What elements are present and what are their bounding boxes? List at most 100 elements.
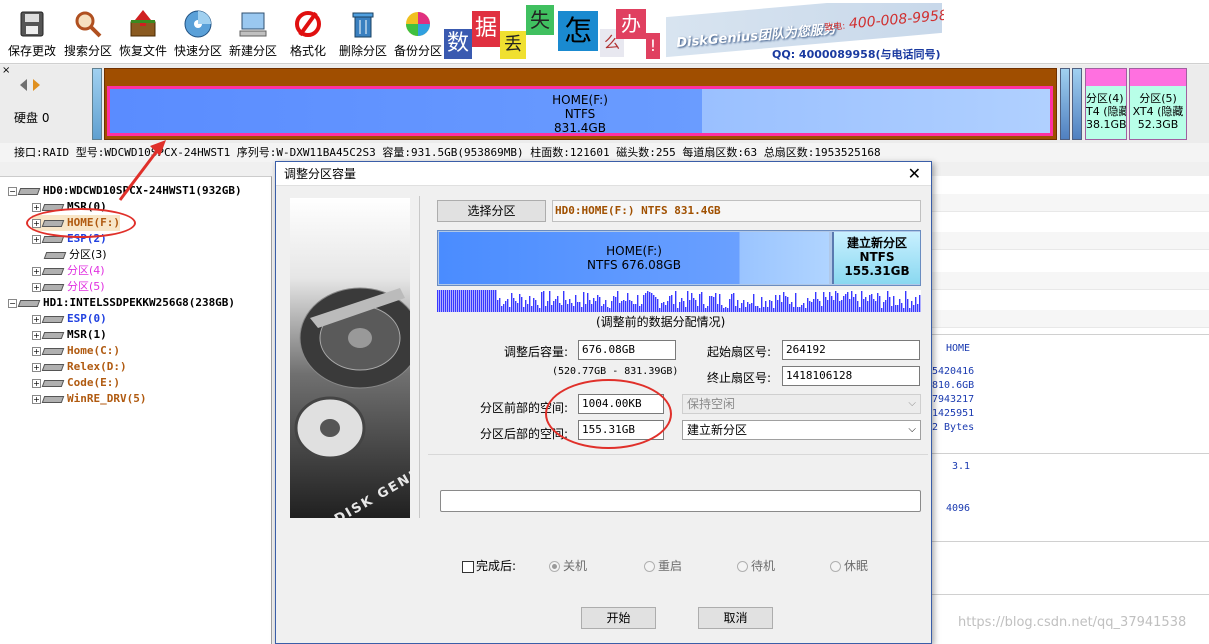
end-sector-label: 终止扇区号: bbox=[707, 371, 772, 385]
expand-icon[interactable]: + bbox=[32, 378, 41, 388]
search-partition-button[interactable]: 搜索分区 bbox=[60, 4, 116, 60]
distribution-bar bbox=[617, 291, 619, 312]
radio-hibernate[interactable]: 休眠 bbox=[830, 557, 868, 574]
tree-node-hd0[interactable]: − HD0:WDCWD10SPCX-24HWST1(932GB) bbox=[8, 183, 242, 199]
disk-icon bbox=[17, 187, 41, 195]
distribution-bar bbox=[493, 290, 495, 312]
msr-partition-block[interactable] bbox=[92, 68, 102, 140]
partition-4-block[interactable]: 分区(4) T4 (隐藏 38.1GB bbox=[1085, 68, 1127, 140]
ad-tile: 怎 bbox=[558, 11, 598, 51]
collapse-icon[interactable]: − bbox=[8, 186, 17, 196]
expand-icon[interactable]: + bbox=[32, 234, 41, 244]
distribution-bar bbox=[507, 299, 509, 312]
start-sector-input[interactable]: 264192 bbox=[782, 340, 920, 360]
expand-icon[interactable]: + bbox=[32, 330, 41, 340]
quick-partition-button[interactable]: 快速分区 bbox=[170, 4, 226, 60]
close-icon[interactable]: ✕ bbox=[908, 162, 921, 186]
ad-phone-label: 致电: bbox=[823, 21, 846, 34]
distribution-bar bbox=[869, 295, 871, 312]
tree-node-code-e[interactable]: + Code(E:) bbox=[32, 375, 120, 391]
next-disk-icon[interactable] bbox=[33, 79, 40, 91]
format-button[interactable]: 格式化 bbox=[280, 4, 336, 60]
radio-label: 重启 bbox=[658, 559, 683, 573]
distribution-bar bbox=[669, 296, 671, 312]
advertisement-banner[interactable]: 数 据 丢 失 怎 么 办 ! DiskGenius团队为您服务 致电: 400… bbox=[444, 3, 944, 61]
distribution-bar bbox=[521, 297, 523, 312]
preview-right-partition[interactable]: 建立新分区 NTFS 155.31GB bbox=[832, 232, 920, 284]
chevron-down-icon: ⌵ bbox=[908, 398, 916, 409]
distribution-bar bbox=[597, 295, 599, 312]
radio-standby[interactable]: 待机 bbox=[737, 557, 775, 574]
tree-node-part5[interactable]: + 分区(5) bbox=[32, 279, 105, 295]
distribution-bar bbox=[593, 298, 595, 312]
preview-left-name: HOME(F:) bbox=[606, 244, 662, 258]
partition-3b-block[interactable] bbox=[1072, 68, 1082, 140]
delete-partition-button[interactable]: 删除分区 bbox=[335, 4, 391, 60]
checkbox-box[interactable] bbox=[462, 560, 474, 573]
tree-node-msr1[interactable]: + MSR(1) bbox=[32, 327, 107, 343]
expand-icon[interactable]: + bbox=[32, 266, 41, 276]
home-partition-block[interactable]: HOME(F:) NTFS 831.4GB bbox=[104, 68, 1057, 140]
tree-node-esp0[interactable]: + ESP(0) bbox=[32, 311, 107, 327]
tree-node-part4[interactable]: + 分区(4) bbox=[32, 263, 105, 279]
details-value: 3.1 bbox=[952, 461, 971, 472]
distribution-bar bbox=[775, 295, 777, 312]
ad-tile: 失 bbox=[526, 5, 554, 35]
prev-disk-icon[interactable] bbox=[20, 79, 27, 91]
before-space-action-select[interactable]: 保持空闲 ⌵ bbox=[682, 394, 921, 414]
tree-node-winre[interactable]: + WinRE_DRV(5) bbox=[32, 391, 146, 407]
radio-restart[interactable]: 重启 bbox=[644, 557, 682, 574]
distribution-bar bbox=[581, 307, 583, 312]
expand-icon[interactable]: + bbox=[32, 202, 41, 212]
distribution-bar bbox=[699, 294, 701, 312]
expand-icon[interactable]: + bbox=[32, 314, 41, 324]
radio-label: 待机 bbox=[751, 559, 776, 573]
tree-node-label: ESP(0) bbox=[67, 312, 107, 325]
dialog-titlebar[interactable]: 调整分区容量 ✕ bbox=[276, 162, 931, 186]
distribution-bar bbox=[855, 294, 857, 312]
collapse-icon[interactable]: − bbox=[8, 298, 17, 308]
distribution-bar bbox=[881, 308, 883, 312]
save-changes-button[interactable]: 保存更改 bbox=[4, 4, 60, 60]
cancel-button[interactable]: 取消 bbox=[698, 607, 773, 629]
finish-checkbox-label: 完成后: bbox=[476, 559, 517, 573]
preview-right-size: 155.31GB bbox=[844, 264, 910, 278]
tree-node-part3[interactable]: 分区(3) bbox=[32, 247, 107, 263]
dialog-horizontal-divider bbox=[428, 454, 928, 455]
expand-icon[interactable]: + bbox=[32, 282, 41, 292]
preview-left-partition[interactable]: HOME(F:) NTFS 676.08GB bbox=[439, 232, 829, 284]
expand-icon[interactable]: + bbox=[32, 346, 41, 356]
new-partition-button[interactable]: 新建分区 bbox=[225, 4, 281, 60]
backup-partition-button[interactable]: 备份分区 bbox=[390, 4, 446, 60]
tree-node-home-c[interactable]: + Home(C:) bbox=[32, 343, 120, 359]
home-partition-name: HOME(F:) bbox=[552, 93, 608, 107]
select-partition-button[interactable]: 选择分区 bbox=[437, 200, 546, 222]
end-sector-input[interactable]: 1418106128 bbox=[782, 366, 920, 386]
distribution-bar bbox=[827, 300, 829, 312]
new-size-input[interactable]: 676.08GB bbox=[578, 340, 676, 360]
tree-node-label: HD1:INTELSSDPEKKW256G8(238GB) bbox=[43, 296, 236, 309]
recover-files-button[interactable]: 恢复文件 bbox=[115, 4, 171, 60]
start-button[interactable]: 开始 bbox=[581, 607, 656, 629]
distribution-bar bbox=[825, 297, 827, 312]
after-space-action-select[interactable]: 建立新分区 ⌵ bbox=[682, 420, 921, 440]
expand-icon[interactable]: + bbox=[32, 394, 41, 404]
distribution-bar bbox=[509, 307, 511, 312]
preview-right-fs: NTFS bbox=[859, 250, 895, 264]
distribution-bar bbox=[489, 290, 491, 312]
distribution-bar bbox=[809, 301, 811, 312]
expand-icon[interactable]: + bbox=[32, 362, 41, 372]
close-pane-icon[interactable]: × bbox=[2, 65, 10, 76]
radio-shutdown[interactable]: 关机 bbox=[549, 557, 587, 574]
partition-5-block[interactable]: 分区(5) XT4 (隐藏 52.3GB bbox=[1129, 68, 1187, 140]
distribution-bar bbox=[643, 295, 645, 312]
tree-node-hd1[interactable]: − HD1:INTELSSDPEKKW256G8(238GB) bbox=[8, 295, 235, 311]
tree-node-relex-d[interactable]: + Relex(D:) bbox=[32, 359, 127, 375]
partition-3-block[interactable] bbox=[1060, 68, 1070, 140]
distribution-bar bbox=[859, 307, 861, 312]
annotation-circle bbox=[545, 379, 672, 449]
finish-checkbox[interactable]: 完成后: bbox=[462, 557, 516, 574]
details-row-stripe bbox=[932, 232, 1209, 250]
distribution-bar bbox=[895, 305, 897, 312]
distribution-bar bbox=[915, 297, 917, 312]
